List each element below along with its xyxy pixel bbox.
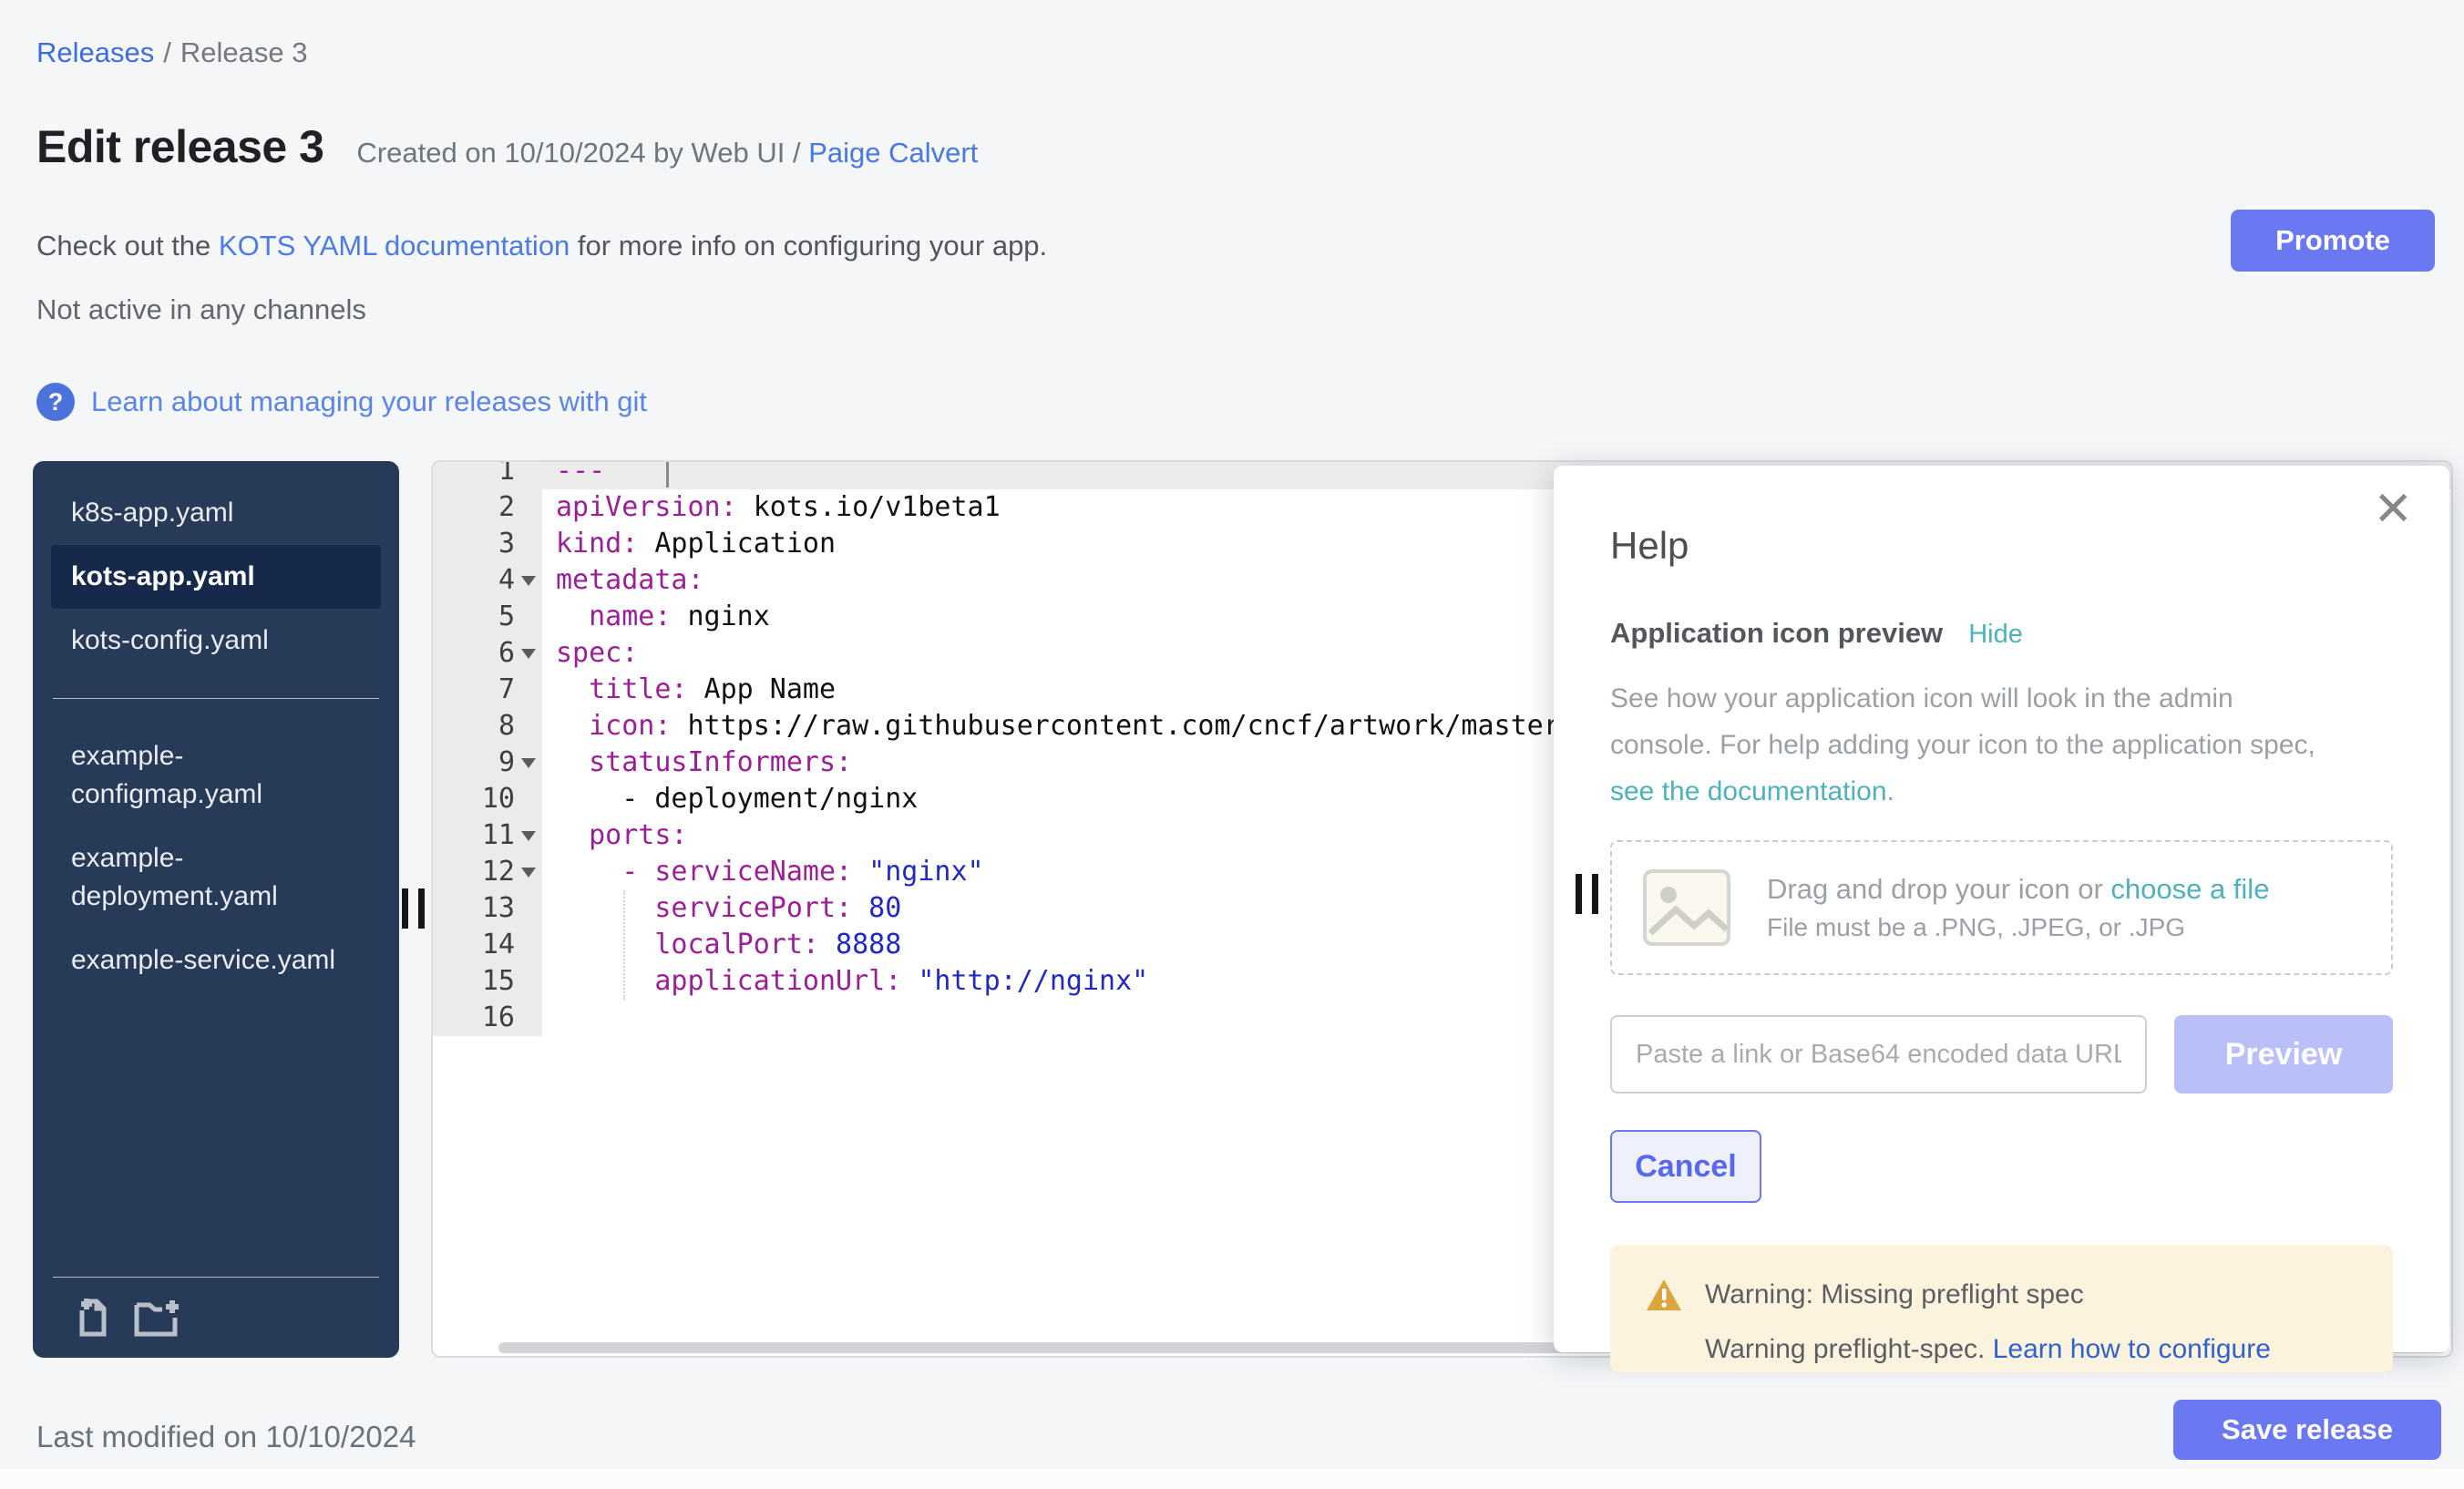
line-number: 7 bbox=[433, 672, 542, 708]
file-list: k8s-app.yamlkots-app.yamlkots-config.yam… bbox=[33, 481, 399, 992]
warning-text: Warning: Missing preflight spec bbox=[1705, 1279, 2084, 1310]
dropzone-text: Drag and drop your icon or choose a file… bbox=[1767, 873, 2269, 942]
pane-resize-handle-right[interactable] bbox=[1576, 874, 1598, 914]
created-author-link[interactable]: Paige Calvert bbox=[808, 137, 978, 169]
line-number: 13 bbox=[433, 890, 542, 927]
breadcrumb: Releases / Release 3 bbox=[36, 36, 307, 69]
choose-file-link[interactable]: choose a file bbox=[2110, 873, 2269, 905]
line-number: 16 bbox=[433, 1000, 542, 1036]
icon-link-input[interactable] bbox=[1610, 1015, 2147, 1094]
line-number: 8 bbox=[433, 708, 542, 744]
line-number: 15 bbox=[433, 963, 542, 1000]
git-help-row: ? Learn about managing your releases wit… bbox=[36, 383, 647, 421]
preflight-warning-box: Warning: Missing preflight spec Warning … bbox=[1610, 1245, 2393, 1372]
pane-resize-handle-left[interactable] bbox=[402, 888, 425, 929]
preview-button[interactable]: Preview bbox=[2174, 1015, 2393, 1094]
line-number: 6 bbox=[433, 635, 542, 672]
file-tree-item[interactable]: example-service.yaml bbox=[51, 929, 381, 992]
page-title: Edit release 3 bbox=[36, 120, 323, 173]
icon-preview-section-header: Application icon preview Hide bbox=[1610, 617, 2393, 650]
help-panel: ✕ Help Application icon preview Hide See… bbox=[1554, 466, 2449, 1352]
icon-preview-description: See how your application icon will look … bbox=[1610, 675, 2393, 815]
hide-link[interactable]: Hide bbox=[1968, 620, 2023, 650]
breadcrumb-current: Release 3 bbox=[180, 36, 308, 68]
fold-arrow-icon[interactable] bbox=[521, 758, 536, 768]
icon-dropzone[interactable]: Drag and drop your icon or choose a file… bbox=[1610, 840, 2393, 975]
intro-before: Check out the bbox=[36, 230, 219, 262]
warning-line-2: Warning preflight-spec. Learn how to con… bbox=[1705, 1334, 2358, 1365]
icon-link-row: Preview bbox=[1610, 1015, 2393, 1094]
channel-status: Not active in any channels bbox=[36, 293, 366, 326]
line-number: 3 bbox=[433, 526, 542, 562]
dropzone-line-1: Drag and drop your icon or choose a file bbox=[1767, 873, 2269, 906]
warning-line-1: Warning: Missing preflight spec bbox=[1645, 1278, 2358, 1312]
description-period: . bbox=[1887, 776, 1894, 806]
line-number: 9 bbox=[433, 744, 542, 781]
created-info: Created on 10/10/2024 by Web UI / Paige … bbox=[356, 137, 978, 169]
line-number: 5 bbox=[433, 599, 542, 635]
file-tree-item[interactable]: example-deployment.yaml bbox=[51, 827, 381, 929]
title-row: Edit release 3 Created on 10/10/2024 by … bbox=[36, 120, 978, 173]
line-number: 4 bbox=[433, 562, 542, 599]
fold-arrow-icon[interactable] bbox=[521, 576, 536, 586]
new-file-icon[interactable] bbox=[73, 1296, 113, 1338]
line-number: 14 bbox=[433, 927, 542, 963]
fold-arrow-icon[interactable] bbox=[521, 868, 536, 878]
description-line-2: console. For help adding your icon to th… bbox=[1610, 722, 2393, 768]
bottom-strip bbox=[0, 1469, 2464, 1489]
question-icon: ? bbox=[36, 383, 75, 421]
fold-arrow-icon[interactable] bbox=[521, 831, 536, 841]
line-number: 1 bbox=[433, 460, 542, 489]
dropzone-prompt: Drag and drop your icon or bbox=[1767, 873, 2110, 905]
cancel-button[interactable]: Cancel bbox=[1610, 1130, 1761, 1203]
help-title: Help bbox=[1610, 524, 2393, 568]
file-tree-footer bbox=[53, 1277, 379, 1341]
line-number: 2 bbox=[433, 489, 542, 526]
learn-how-to-configure-link[interactable]: Learn how to configure bbox=[1993, 1334, 2271, 1364]
image-placeholder-icon bbox=[1643, 869, 1730, 946]
icon-preview-title: Application icon preview bbox=[1610, 617, 1943, 650]
file-tree-item[interactable]: kots-config.yaml bbox=[51, 609, 381, 673]
kots-yaml-doc-link[interactable]: KOTS YAML documentation bbox=[219, 230, 570, 262]
created-prefix: Created on 10/10/2024 by Web UI / bbox=[356, 137, 800, 169]
line-number: 11 bbox=[433, 817, 542, 854]
breadcrumb-releases-link[interactable]: Releases bbox=[36, 36, 154, 68]
description-line-3: see the documentation. bbox=[1610, 768, 2393, 815]
line-number: 10 bbox=[433, 781, 542, 817]
new-folder-icon[interactable] bbox=[133, 1296, 180, 1338]
git-releases-link[interactable]: Learn about managing your releases with … bbox=[91, 385, 647, 418]
promote-button[interactable]: Promote bbox=[2231, 210, 2435, 272]
file-list-divider bbox=[53, 698, 379, 699]
description-line-1: See how your application icon will look … bbox=[1610, 675, 2393, 722]
warning-triangle-icon bbox=[1645, 1278, 1683, 1312]
dropzone-file-requirements: File must be a .PNG, .JPEG, or .JPG bbox=[1767, 913, 2269, 942]
line-number: 12 bbox=[433, 854, 542, 890]
close-icon[interactable]: ✕ bbox=[2373, 486, 2413, 533]
file-tree-sidebar: k8s-app.yamlkots-app.yamlkots-config.yam… bbox=[33, 461, 399, 1358]
fold-arrow-icon[interactable] bbox=[521, 649, 536, 659]
indent-guide bbox=[623, 890, 625, 1000]
last-modified-text: Last modified on 10/10/2024 bbox=[36, 1420, 416, 1454]
see-documentation-link[interactable]: see the documentation bbox=[1610, 776, 1887, 806]
intro-text: Check out the KOTS YAML documentation fo… bbox=[36, 230, 1047, 262]
save-release-button[interactable]: Save release bbox=[2173, 1400, 2441, 1460]
intro-after: for more info on configuring your app. bbox=[570, 230, 1047, 262]
text-cursor bbox=[666, 460, 669, 488]
warning-detail: Warning preflight-spec. bbox=[1705, 1334, 1993, 1364]
file-tree-item[interactable]: kots-app.yaml bbox=[51, 545, 381, 609]
breadcrumb-separator: / bbox=[163, 36, 171, 68]
file-tree-item[interactable]: example-configmap.yaml bbox=[51, 724, 381, 827]
file-tree-item[interactable]: k8s-app.yaml bbox=[51, 481, 381, 545]
